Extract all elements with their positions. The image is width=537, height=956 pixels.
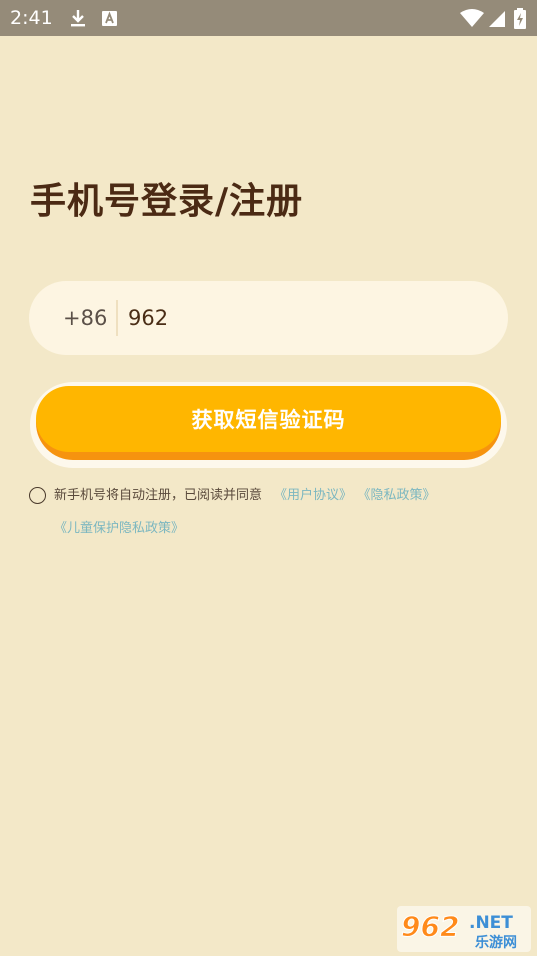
agreement-text: 新手机号将自动注册，已阅读并同意	[54, 488, 263, 503]
watermark-brand: 962	[401, 910, 459, 943]
phone-field[interactable]: +86	[29, 281, 508, 355]
status-bar: 2:41	[0, 0, 537, 36]
watermark-suffix: .NET	[469, 913, 513, 933]
battery-icon	[512, 8, 528, 29]
watermark-logo: 962 .NET 乐游网	[397, 906, 531, 952]
get-code-button[interactable]: 获取短信验证码	[36, 386, 501, 460]
download-icon	[68, 8, 88, 28]
phone-input[interactable]	[128, 297, 478, 339]
agreement-line-2: 《儿童保护隐私政策》	[54, 519, 184, 539]
wifi-icon	[459, 8, 485, 28]
field-divider	[116, 300, 118, 336]
child-privacy-policy-link[interactable]: 《儿童保护隐私政策》	[54, 521, 184, 536]
agreement-line: 新手机号将自动注册，已阅读并同意 《用户协议》 《隐私政策》	[54, 486, 436, 506]
code-button-face: 获取短信验证码	[36, 386, 501, 452]
signal-icon	[487, 8, 507, 28]
watermark-subtitle: 乐游网	[475, 934, 517, 951]
code-button-container: 获取短信验证码	[30, 382, 507, 468]
privacy-policy-link[interactable]: 《隐私政策》	[364, 488, 436, 503]
font-a-icon	[100, 8, 120, 28]
code-button-label: 获取短信验证码	[191, 408, 346, 432]
agree-radio[interactable]	[29, 487, 46, 504]
user-agreement-link[interactable]: 《用户协议》	[274, 488, 352, 503]
status-time: 2:41	[10, 7, 53, 29]
country-code-selector[interactable]: +86	[63, 305, 107, 331]
page-title: 手机号登录/注册	[30, 181, 304, 222]
